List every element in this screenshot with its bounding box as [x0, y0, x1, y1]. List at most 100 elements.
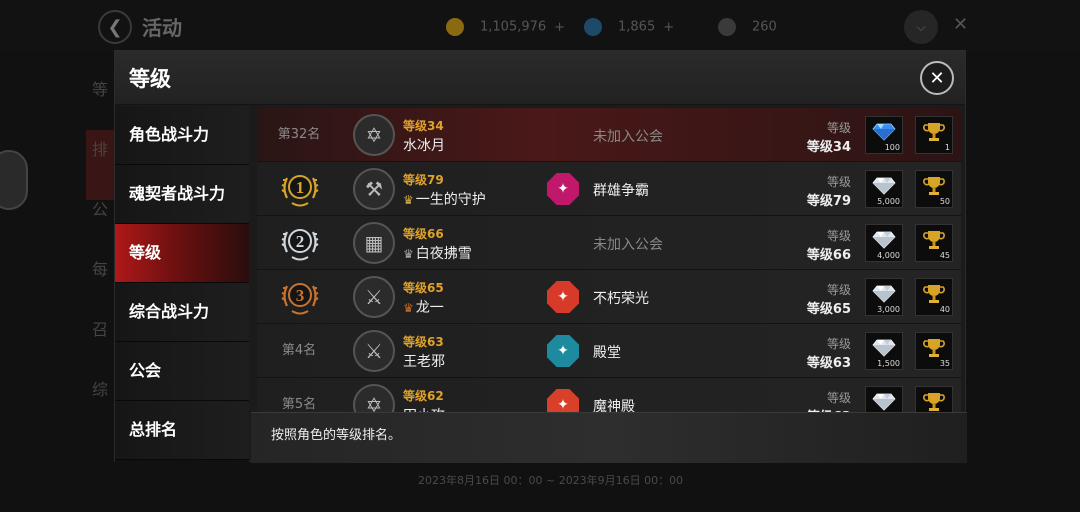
trophy-icon	[923, 123, 945, 141]
background-side-item: 等	[92, 80, 109, 99]
player-name-wrap: 王老邪	[403, 351, 445, 371]
player-level: 等级66	[403, 227, 444, 241]
close-button[interactable]: ✕	[920, 61, 954, 95]
diamond-reward[interactable]: 1,500	[865, 332, 903, 370]
modal-footer: 按照角色的等级排名。	[251, 412, 967, 463]
diamond-currency: 1,865 +	[584, 18, 674, 36]
player-name: 水冰月	[403, 138, 445, 154]
bronze-medal-icon: 3	[281, 283, 319, 315]
gold-coin-icon	[446, 18, 464, 36]
modal-header: 等级 ✕	[115, 51, 965, 105]
silver-medal-icon: 2	[281, 229, 319, 261]
player-name-wrap: ♛ 龙一	[403, 297, 444, 317]
gold-medal-icon: 1	[281, 175, 319, 207]
player-name-wrap: ♛ 一生的守护	[403, 189, 486, 209]
player-name: 一生的守护	[415, 192, 486, 208]
tab-1[interactable]: 魂契者战斗力	[115, 165, 249, 224]
tab-5[interactable]: 总排名	[115, 401, 249, 460]
rank-row[interactable]: 第5名✡等级62田小攻✦魔神殿等级等级621,00030	[257, 378, 961, 412]
stat-value: 等级34	[806, 140, 851, 155]
tab-2[interactable]: 等级	[115, 224, 249, 283]
player-name: 龙一	[415, 300, 444, 316]
diamond-reward-icon	[872, 177, 896, 195]
rank-row[interactable]: 3 ⚔ 等级65 ♛ 龙一 ✦ 不朽荣光 等级 等级65 3,000 40	[257, 270, 961, 324]
diamond-plus-icon: +	[663, 19, 675, 35]
crown-icon: ♛	[403, 247, 414, 261]
stat-value: 等级63	[806, 356, 851, 371]
rank-position: 第5名	[281, 397, 317, 412]
trophy-icon	[923, 177, 945, 195]
stat-value: 等级65	[806, 302, 851, 317]
crystal-icon	[718, 18, 736, 36]
player-level: 等级79	[403, 173, 444, 187]
background-close-icon: ✕	[953, 14, 969, 35]
class-emblem-icon: ⚒	[353, 168, 395, 210]
side-orb-icon	[0, 150, 28, 210]
crown-icon: ♛	[403, 193, 414, 207]
rank-position: 第32名	[277, 127, 321, 142]
player-level: 等级34	[403, 119, 444, 133]
menu-chevron-icon: ⌵	[904, 10, 938, 44]
trophy-reward-qty: 45	[939, 251, 950, 260]
svg-text:1: 1	[296, 178, 305, 197]
trophy-reward-qty: 1	[944, 143, 950, 152]
crystal-currency: 260	[718, 18, 777, 36]
tab-4[interactable]: 公会	[115, 342, 249, 401]
trophy-reward-qty: 40	[939, 305, 950, 314]
rank-row[interactable]: 第4名 ⚔ 等级63 王老邪 ✦ 殿堂 等级 等级63 1,500 35	[257, 324, 961, 378]
guild-name: 殿堂	[593, 345, 621, 361]
class-emblem-icon: ✡	[353, 384, 395, 412]
player-level: 等级63	[403, 335, 444, 349]
stat-label: 等级	[826, 175, 851, 189]
trophy-reward[interactable]: 50	[915, 170, 953, 208]
diamond-reward[interactable]: 5,000	[865, 170, 903, 208]
trophy-reward-qty: 35	[939, 359, 950, 368]
trophy-reward[interactable]: 45	[915, 224, 953, 262]
background-side-item: 排	[92, 140, 109, 159]
class-emblem-icon: ⚔	[353, 276, 395, 318]
svg-text:2: 2	[296, 232, 305, 251]
stat-value: 等级66	[806, 248, 851, 263]
diamond-reward[interactable]: 1,000	[865, 386, 903, 412]
ranking-list[interactable]: 第32名 ✡ 等级34 水冰月 未加入公会 等级 等级34 100 1 1 ⚒ 等级79 ♛ 一生的守护 ✦…	[251, 106, 967, 412]
trophy-reward[interactable]: 40	[915, 278, 953, 316]
diamond-reward[interactable]: 3,000	[865, 278, 903, 316]
guild-emblem-icon: ✦	[547, 173, 579, 205]
diamond-reward-icon	[872, 231, 896, 249]
rank-row[interactable]: 2 ▦ 等级66 ♛ 白夜拂雪 未加入公会 等级 等级66 4,000 45	[257, 216, 961, 270]
player-name-wrap: ♛ 白夜拂雪	[403, 243, 472, 263]
tab-0[interactable]: 角色战斗力	[115, 106, 249, 165]
ranking-modal: 等级 ✕ 角色战斗力 魂契者战斗力 等级 综合战斗力 公会 总排名 第32名 ✡ 等级34 水冰…	[114, 50, 967, 463]
player-name-wrap: 水冰月	[403, 135, 445, 155]
stat-label: 等级	[826, 229, 851, 243]
player-level: 等级65	[403, 281, 444, 295]
trophy-icon	[923, 231, 945, 249]
trophy-reward[interactable]: 1	[915, 116, 953, 154]
trophy-reward[interactable]: 35	[915, 332, 953, 370]
guild-emblem-icon: ✦	[547, 389, 579, 412]
no-guild-label: 未加入公会	[593, 129, 663, 145]
background-side-item: 综	[92, 380, 109, 399]
diamond-reward-icon	[872, 285, 896, 303]
my-rank-row[interactable]: 第32名 ✡ 等级34 水冰月 未加入公会 等级 等级34 100 1	[257, 108, 961, 162]
diamond-reward-qty: 3,000	[877, 305, 900, 314]
diamond-icon	[584, 18, 602, 36]
diamond-reward[interactable]: 4,000	[865, 224, 903, 262]
gold-plus-icon: +	[554, 19, 566, 35]
crystal-amount: 260	[752, 19, 777, 35]
diamond-reward[interactable]: 100	[865, 116, 903, 154]
trophy-reward[interactable]: 30	[915, 386, 953, 412]
tab-3[interactable]: 综合战斗力	[115, 283, 249, 342]
rank-row[interactable]: 1 ⚒ 等级79 ♛ 一生的守护 ✦ 群雄争霸 等级 等级79 5,000 50	[257, 162, 961, 216]
diamond-reward-qty: 1,500	[877, 359, 900, 368]
background-side-menu: 等 排 公 每 召 综	[92, 60, 108, 420]
class-emblem-icon: ▦	[353, 222, 395, 264]
rank-position: 第4名	[281, 343, 317, 358]
no-guild-label: 未加入公会	[593, 237, 663, 253]
diamond-reward-qty: 4,000	[877, 251, 900, 260]
background-side-item: 召	[92, 320, 109, 339]
background-side-item: 每	[92, 260, 109, 279]
svg-text:3: 3	[296, 286, 305, 305]
trophy-icon	[923, 393, 945, 411]
stat-label: 等级	[826, 283, 851, 297]
